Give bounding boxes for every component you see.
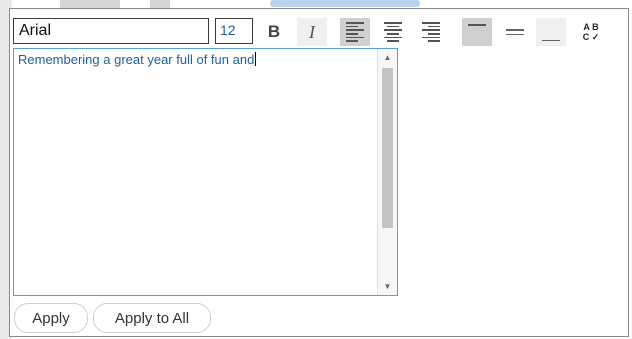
valign-top-button[interactable] <box>462 18 492 46</box>
bold-button[interactable]: B <box>259 18 289 46</box>
apply-to-all-button[interactable]: Apply to All <box>93 303 211 333</box>
background-fragment <box>60 0 120 8</box>
scroll-down-arrow-icon[interactable]: ▼ <box>378 282 397 291</box>
align-center-button[interactable] <box>378 18 408 46</box>
italic-icon: I <box>309 21 315 42</box>
italic-button[interactable]: I <box>297 18 327 46</box>
spellcheck-button[interactable]: A B C ✓ <box>576 18 606 46</box>
valign-middle-icon <box>506 29 524 35</box>
font-size-field[interactable]: 12 <box>215 18 253 44</box>
align-right-button[interactable] <box>416 18 446 46</box>
text-editor[interactable]: Remembering a great year full of fun and… <box>13 48 398 296</box>
text-caret <box>255 52 257 66</box>
background-fragment <box>150 0 170 8</box>
editor-scrollbar[interactable]: ▲ ▼ <box>377 49 397 295</box>
bold-icon: B <box>267 22 281 41</box>
text-format-panel: Arial 12 B I A B C ✓ Remembering a great… <box>9 8 629 337</box>
editor-text: Remembering a great year full of fun and <box>18 52 255 67</box>
spellcheck-icon-bottom: C ✓ <box>582 32 600 42</box>
align-left-icon <box>346 22 364 42</box>
background-fragment <box>270 0 420 7</box>
valign-bottom-button[interactable] <box>536 18 566 46</box>
align-left-button[interactable] <box>340 18 370 46</box>
editor-text-content[interactable]: Remembering a great year full of fun and <box>18 52 370 67</box>
font-name-field[interactable]: Arial <box>13 18 209 44</box>
spellcheck-icon-top: A B <box>583 22 599 32</box>
apply-button[interactable]: Apply <box>14 303 88 333</box>
scroll-up-arrow-icon[interactable]: ▲ <box>378 53 397 62</box>
scroll-thumb[interactable] <box>382 68 393 228</box>
valign-top-icon <box>468 24 486 26</box>
align-right-icon <box>422 22 440 42</box>
align-center-icon <box>384 22 402 42</box>
valign-middle-button[interactable] <box>500 18 530 46</box>
valign-bottom-icon <box>542 39 560 41</box>
